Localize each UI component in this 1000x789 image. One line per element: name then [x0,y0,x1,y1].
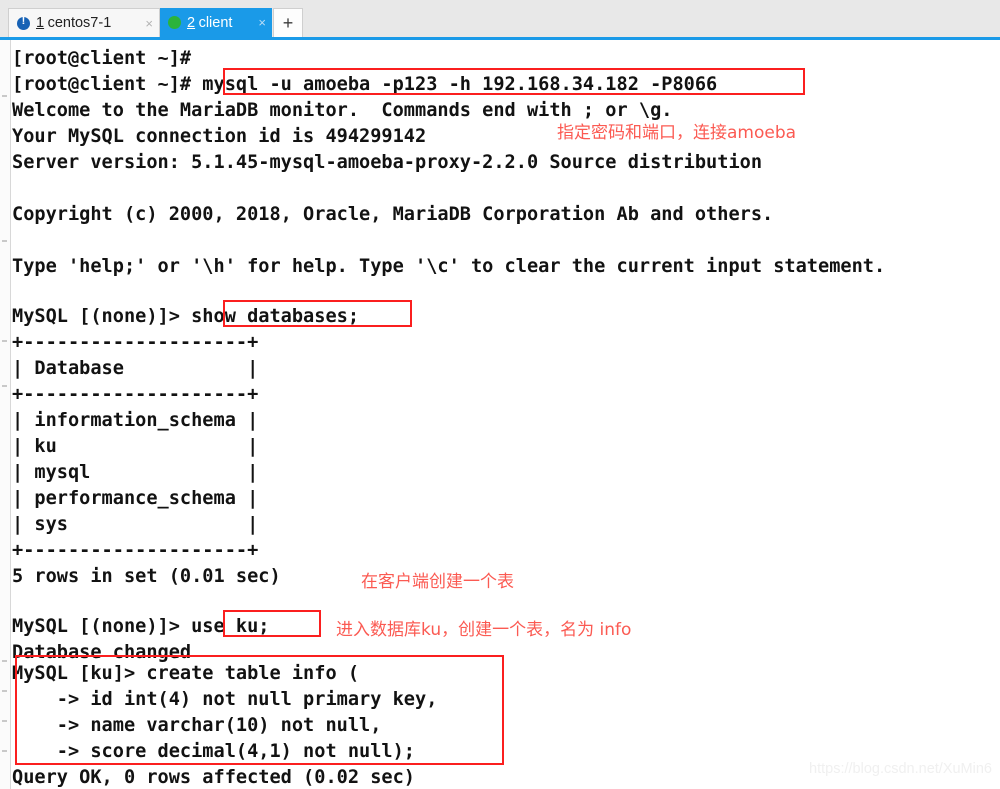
gutter-mark [2,690,7,692]
annotation-create-table-client: 在客户端创建一个表 [361,572,514,592]
new-tab-button[interactable]: + [273,8,303,37]
gutter-mark [2,385,7,387]
gutter-mark [2,240,7,242]
terminal-line: Type 'help;' or '\h' for help. Type '\c'… [12,256,886,277]
tab-index-label: 1 [36,15,45,31]
watermark-text: https://blog.csdn.net/XuMin6 [809,761,992,777]
terminal-line: -> id int(4) not null primary key, [12,689,438,710]
terminal-line: 5 rows in set (0.01 sec) [12,566,281,587]
tab-title-label: centos7-1 [47,15,112,31]
terminal-line: | performance_schema | [12,488,259,509]
terminal-line: Server version: 5.1.45-mysql-amoeba-prox… [12,152,763,173]
terminal-line: | ku | [12,436,259,457]
terminal-gutter[interactable] [0,40,11,789]
annotation-enter-db-ku: 进入数据库ku，创建一个表，名为 info [336,620,632,640]
terminal-line: +--------------------+ [12,540,259,561]
annotation-connect-amoeba: 指定密码和端口，连接amoeba [557,123,797,143]
terminal-line: -> name varchar(10) not null, [12,715,382,736]
terminal-line: | information_schema | [12,410,259,431]
tab-title-label: client [198,14,233,31]
gutter-mark [2,660,7,662]
terminal-line: Your MySQL connection id is 494299142 [12,126,427,147]
terminal-line: MySQL [(none)]> use ku; [12,616,270,637]
tab-close-icon[interactable]: × [258,16,266,29]
terminal-line: Copyright (c) 2000, 2018, Oracle, MariaD… [12,204,774,225]
gutter-mark [2,340,7,342]
terminal-line: +--------------------+ [12,332,259,353]
terminal-line: | Database | [12,358,259,379]
terminal-line: MySQL [(none)]> show databases; [12,306,360,327]
tab-close-icon[interactable]: × [145,17,153,30]
terminal-line: | mysql | [12,462,259,483]
terminal-line: | sys | [12,514,259,535]
terminal-line: MySQL [ku]> create table info ( [12,663,360,684]
tab-client[interactable]: 2 client × [160,8,272,37]
terminal-tab-bar: 1 centos7-1 × 2 client × + [0,0,1000,40]
terminal-line: -> score decimal(4,1) not null); [12,741,415,762]
terminal-line: [root@client ~]# [12,48,192,69]
terminal-line: Query OK, 0 rows affected (0.02 sec) [12,767,415,788]
tab-status-error-icon [17,15,30,30]
terminal-line: +--------------------+ [12,384,259,405]
gutter-mark [2,720,7,722]
terminal-line: [root@client ~]# mysql -u amoeba -p123 -… [12,74,718,95]
gutter-mark [2,750,7,752]
gutter-mark [2,95,7,97]
tab-index-label: 2 [187,14,196,31]
tab-centos7-1[interactable]: 1 centos7-1 × [8,8,160,37]
terminal-screen[interactable]: [root@client ~]# [root@client ~]# mysql -… [0,40,1000,789]
terminal-output: [root@client ~]# [root@client ~]# mysql -… [12,40,1000,789]
tab-status-connected-icon [168,16,181,29]
